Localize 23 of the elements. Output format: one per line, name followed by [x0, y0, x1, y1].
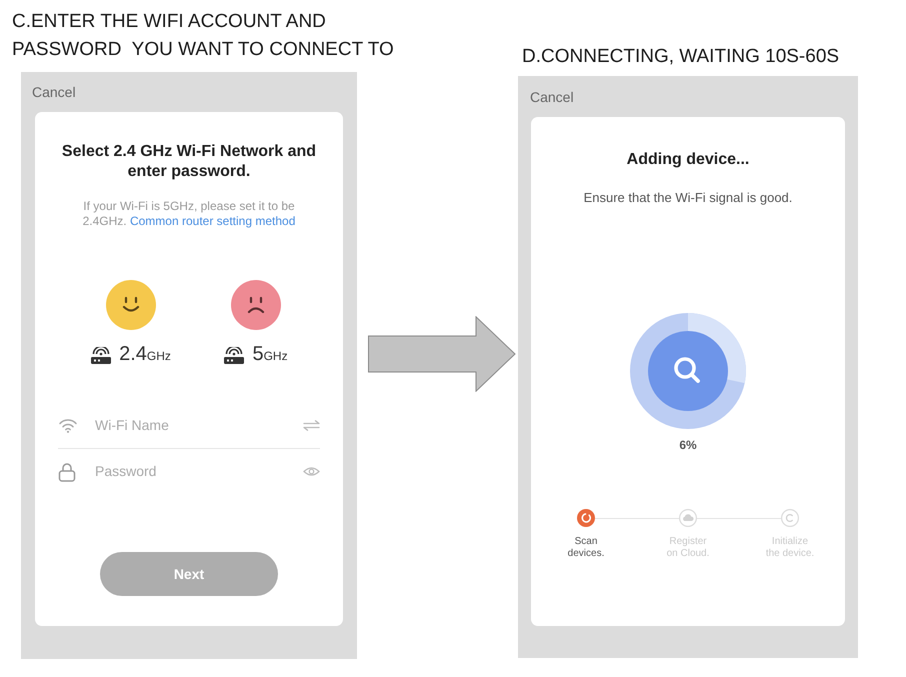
cancel-link[interactable]: Cancel	[530, 88, 574, 106]
wifi-name-field[interactable]: Wi-Fi Name	[95, 415, 303, 435]
router-icon	[90, 346, 112, 364]
step-caption: D.CONNECTING, WAITING 10S-60S	[521, 45, 840, 69]
progress-percent: 6%	[679, 437, 697, 453]
dialog-title: Select 2.4 GHz Wi-Fi Network and enter password.	[60, 142, 318, 182]
wifi-icon	[58, 418, 78, 432]
lock-icon	[58, 462, 76, 482]
band-label: 2.4GHz	[119, 342, 171, 367]
hint-text: If your Wi-Fi is 5GHz, please set it to be 2.4GHz. Common router setting method	[82, 199, 296, 229]
step-caption: C.ENTER THE WIFI ACCOUNT AND PASSWORD YOU WANT TO CONNECT TO	[12, 10, 395, 62]
cancel-link[interactable]: Cancel	[32, 83, 76, 101]
eye-icon[interactable]	[303, 466, 320, 477]
router-icon	[223, 346, 246, 364]
search-icon	[648, 331, 728, 411]
swap-arrows-icon[interactable]	[303, 420, 320, 430]
right-arrow-icon	[368, 316, 516, 392]
band-label: 5GHz	[252, 342, 288, 367]
step-label: Scan devices.	[566, 536, 606, 560]
dialog-title: Adding device...	[626, 150, 750, 170]
router-setting-link[interactable]: Common router setting method	[130, 214, 296, 228]
password-field[interactable]: Password	[95, 462, 303, 482]
status-text: Ensure that the Wi-Fi signal is good.	[584, 190, 792, 206]
